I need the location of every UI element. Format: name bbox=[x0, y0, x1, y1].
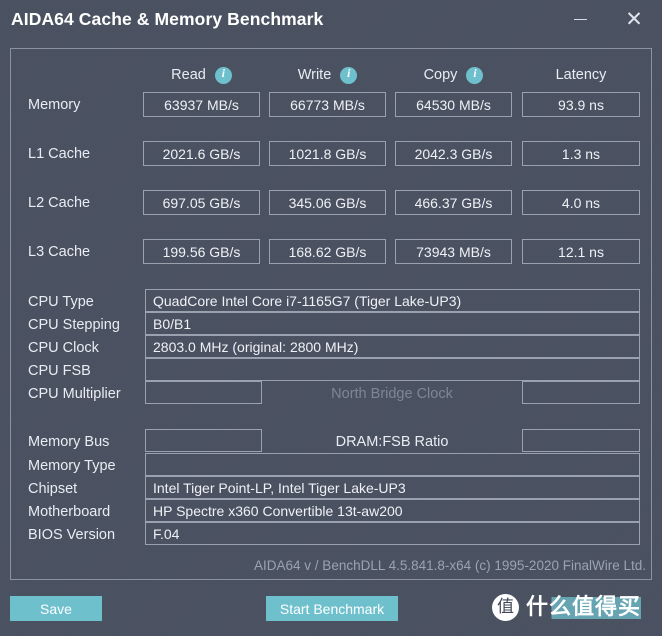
cell-l1-latency: 1.3 ns bbox=[522, 141, 640, 166]
value-cpu-multiplier bbox=[145, 381, 262, 404]
label-cpu-type: CPU Type bbox=[28, 294, 94, 310]
info-icon-copy[interactable]: i bbox=[466, 66, 484, 84]
cell-memory-copy: 64530 MB/s bbox=[395, 92, 512, 117]
cell-l2-copy: 466.37 GB/s bbox=[395, 190, 512, 215]
info-icon-read[interactable]: i bbox=[214, 66, 232, 84]
column-header-write: Write i bbox=[269, 64, 386, 86]
label-bios-version: BIOS Version bbox=[28, 527, 116, 543]
start-benchmark-button[interactable]: Start Benchmark bbox=[266, 596, 398, 621]
label-memory-type: Memory Type bbox=[28, 458, 116, 474]
value-cpu-stepping: B0/B1 bbox=[145, 312, 640, 335]
value-memory-bus bbox=[145, 429, 262, 452]
value-memory-type bbox=[145, 453, 640, 476]
value-cpu-fsb bbox=[145, 358, 640, 381]
watermark-badge-icon: 值 bbox=[492, 594, 519, 621]
value-cpu-type: QuadCore Intel Core i7-1165G7 (Tiger Lak… bbox=[145, 289, 640, 312]
label-chipset: Chipset bbox=[28, 481, 78, 497]
title-bar: AIDA64 Cache & Memory Benchmark ✕ bbox=[0, 0, 662, 44]
cell-l1-write: 1021.8 GB/s bbox=[269, 141, 386, 166]
row-label-memory: Memory bbox=[28, 97, 81, 113]
column-header-copy-label: Copy bbox=[423, 67, 458, 83]
column-header-latency: Latency bbox=[522, 64, 640, 86]
column-header-read-label: Read bbox=[171, 67, 206, 83]
cell-l3-copy: 73943 MB/s bbox=[395, 239, 512, 264]
value-dram-fsb-ratio bbox=[522, 429, 640, 452]
label-cpu-fsb: CPU FSB bbox=[28, 363, 91, 379]
watermark: 值 什么值得买 bbox=[492, 594, 642, 621]
column-header-read: Read i bbox=[143, 64, 260, 86]
row-label-l2-cache: L2 Cache bbox=[28, 195, 91, 211]
value-north-bridge-clock bbox=[522, 381, 640, 404]
cell-l2-latency: 4.0 ns bbox=[522, 190, 640, 215]
cell-l1-copy: 2042.3 GB/s bbox=[395, 141, 512, 166]
value-bios-version: F.04 bbox=[145, 522, 640, 545]
value-cpu-clock: 2803.0 MHz (original: 2800 MHz) bbox=[145, 335, 640, 358]
minimize-button[interactable] bbox=[560, 2, 600, 36]
column-header-latency-label: Latency bbox=[555, 67, 607, 83]
row-label-l3-cache: L3 Cache bbox=[28, 244, 91, 260]
cell-l3-read: 199.56 GB/s bbox=[143, 239, 260, 264]
cell-memory-latency: 93.9 ns bbox=[522, 92, 640, 117]
minimize-icon bbox=[573, 18, 587, 20]
label-cpu-clock: CPU Clock bbox=[28, 340, 99, 356]
label-dram-fsb-ratio: DRAM:FSB Ratio bbox=[335, 434, 449, 450]
label-cpu-stepping: CPU Stepping bbox=[28, 317, 120, 333]
value-motherboard: HP Spectre x360 Convertible 13t-aw200 bbox=[145, 499, 640, 522]
label-motherboard: Motherboard bbox=[28, 504, 111, 520]
cell-l3-latency: 12.1 ns bbox=[522, 239, 640, 264]
info-icon-write[interactable]: i bbox=[340, 66, 358, 84]
cell-l2-read: 697.05 GB/s bbox=[143, 190, 260, 215]
cell-l1-read: 2021.6 GB/s bbox=[143, 141, 260, 166]
cell-l2-write: 345.06 GB/s bbox=[269, 190, 386, 215]
label-cpu-multiplier: CPU Multiplier bbox=[28, 386, 121, 402]
column-header-write-label: Write bbox=[297, 67, 332, 83]
watermark-text: 什么值得买 bbox=[526, 594, 642, 620]
window-title: AIDA64 Cache & Memory Benchmark bbox=[11, 9, 324, 29]
close-icon: ✕ bbox=[625, 7, 643, 31]
close-button[interactable]: ✕ bbox=[614, 2, 654, 36]
label-memory-bus: Memory Bus bbox=[28, 434, 110, 450]
cell-l3-write: 168.62 GB/s bbox=[269, 239, 386, 264]
cell-memory-write: 66773 MB/s bbox=[269, 92, 386, 117]
row-label-l1-cache: L1 Cache bbox=[28, 146, 91, 162]
value-chipset: Intel Tiger Point-LP, Intel Tiger Lake-U… bbox=[145, 476, 640, 499]
column-header-copy: Copy i bbox=[395, 64, 512, 86]
save-button[interactable]: Save bbox=[10, 596, 102, 621]
cell-memory-read: 63937 MB/s bbox=[143, 92, 260, 117]
label-north-bridge-clock: North Bridge Clock bbox=[331, 386, 453, 402]
version-text: AIDA64 v / BenchDLL 4.5.841.8-x64 (c) 19… bbox=[254, 558, 646, 573]
